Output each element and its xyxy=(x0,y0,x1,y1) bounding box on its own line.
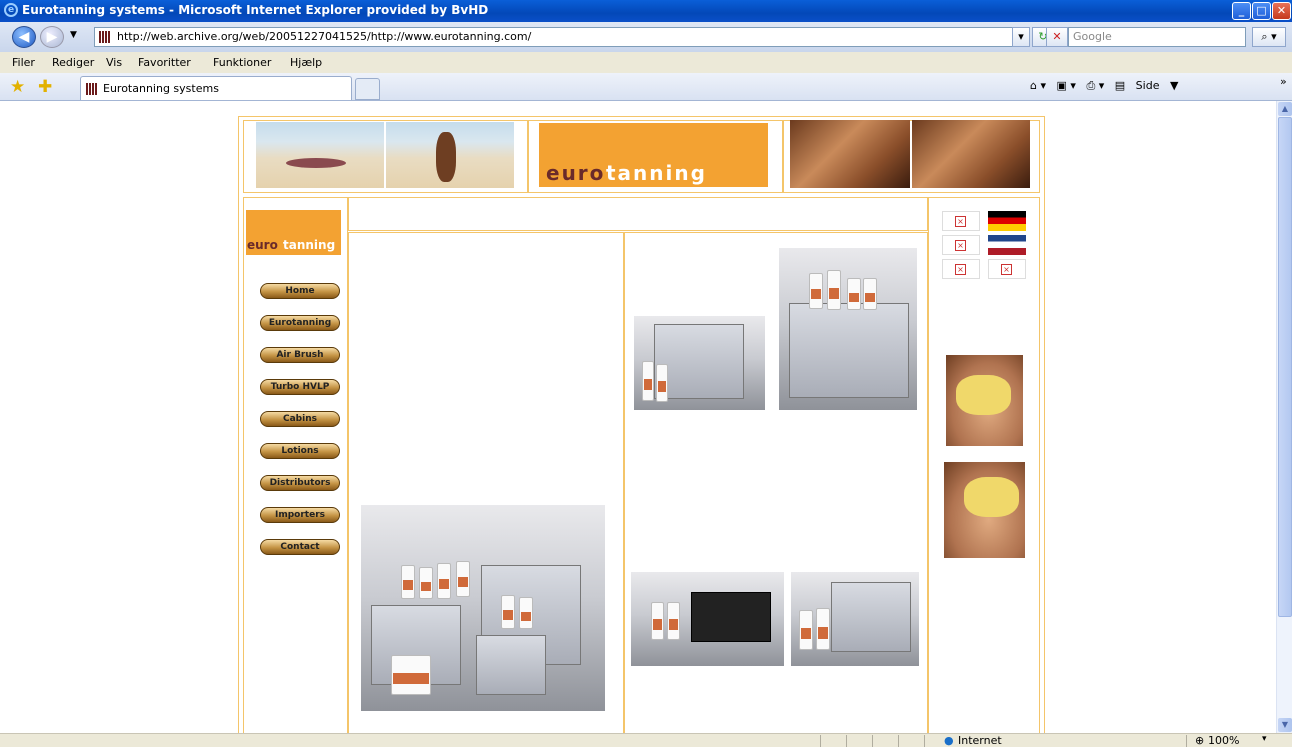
nav-logo-euro: euro xyxy=(247,238,278,252)
zoom-level[interactable]: 100% xyxy=(1208,734,1239,747)
content-top-strip xyxy=(348,197,928,231)
header-logo-tanning: tanning xyxy=(606,161,707,185)
broken-image-3: × xyxy=(942,259,980,279)
beach-photo-2 xyxy=(386,122,514,188)
tab-label: Eurotanning systems xyxy=(103,82,219,95)
address-dropdown-icon[interactable]: ▾ xyxy=(1012,27,1030,47)
tan-skin-photo-2 xyxy=(944,462,1025,558)
nav-logo-tanning: tanning xyxy=(283,238,336,252)
menu-favoritter[interactable]: Favoritter xyxy=(138,56,191,69)
more-chevron-icon[interactable]: » xyxy=(1280,75,1287,88)
tab-favicon-icon xyxy=(86,83,98,95)
menu-funktioner[interactable]: Funktioner xyxy=(213,56,271,69)
header-divider-2 xyxy=(782,120,784,193)
back-button[interactable]: ◀ xyxy=(12,26,36,48)
header-logo: euro tanning xyxy=(539,123,768,187)
add-favorite-icon[interactable]: ✚ xyxy=(38,77,52,97)
new-tab-button[interactable] xyxy=(355,78,380,100)
zoom-dropdown-icon[interactable]: ▾ xyxy=(1262,734,1267,744)
page-menu-chevron-icon[interactable]: ▼ xyxy=(1170,79,1178,92)
stop-icon[interactable]: ✕ xyxy=(1046,27,1068,47)
nav-home[interactable]: Home xyxy=(260,283,340,299)
favorites-star-icon[interactable]: ★ xyxy=(10,77,25,97)
nav-turbo-hvlp[interactable]: Turbo HVLP xyxy=(260,379,340,395)
dutch-flag-icon[interactable] xyxy=(988,235,1026,255)
vertical-scrollbar[interactable]: ▲ ▼ xyxy=(1276,101,1292,733)
home-icon[interactable]: ⌂ ▾ xyxy=(1030,79,1046,92)
product-photo-case-small xyxy=(634,316,765,410)
nav-lotions[interactable]: Lotions xyxy=(260,443,340,459)
address-input[interactable]: http://web.archive.org/web/2005122704152… xyxy=(94,27,1030,47)
nav-air-brush[interactable]: Air Brush xyxy=(260,347,340,363)
broken-image-1: × xyxy=(942,211,980,231)
feeds-icon[interactable]: ▣ ▾ xyxy=(1057,79,1076,92)
tab-eurotanning[interactable]: Eurotanning systems xyxy=(80,76,352,100)
window-title: Eurotanning systems - Microsoft Internet… xyxy=(22,3,489,17)
nav-logo: euro tanning xyxy=(246,210,341,255)
window-title-bar: e Eurotanning systems - Microsoft Intern… xyxy=(0,0,1292,22)
broken-image-2: × xyxy=(942,235,980,255)
beach-photo-1 xyxy=(256,122,384,188)
tab-bar: ★ ✚ Eurotanning systems ⌂ ▾ ▣ ▾ ⎙ ▾ ▤ Si… xyxy=(0,73,1292,101)
header-logo-euro: euro xyxy=(546,161,606,185)
page-viewport: euro tanning euro tanning Home Eurotanni… xyxy=(6,101,1276,733)
header-divider xyxy=(527,120,529,193)
internet-zone-icon: ● xyxy=(944,734,954,747)
address-toolbar: ◀ ▶ ▼ http://web.archive.org/web/2005122… xyxy=(0,22,1292,52)
broken-image-4[interactable]: × xyxy=(988,259,1026,279)
search-input[interactable]: Google xyxy=(1068,27,1246,47)
tan-skin-photo-1 xyxy=(946,355,1023,446)
forward-button[interactable]: ▶ xyxy=(40,26,64,48)
scroll-up-icon[interactable]: ▲ xyxy=(1278,102,1292,116)
page-menu-label[interactable]: Side xyxy=(1136,79,1160,92)
menu-hjaelp[interactable]: Hjælp xyxy=(290,56,322,69)
status-bar: ● Internet ⊕ 100% ▾ xyxy=(0,733,1292,747)
maximize-button[interactable]: □ xyxy=(1252,2,1271,20)
close-button[interactable]: ✕ xyxy=(1272,2,1291,20)
address-url: http://web.archive.org/web/2005122704152… xyxy=(117,30,532,43)
tanning-photo-2 xyxy=(912,120,1030,188)
scroll-thumb[interactable] xyxy=(1278,117,1292,617)
nav-cabins[interactable]: Cabins xyxy=(260,411,340,427)
site-favicon-icon xyxy=(99,31,111,43)
menu-bar: Filer Rediger Vis Favoritter Funktioner … xyxy=(0,52,1292,73)
scroll-down-icon[interactable]: ▼ xyxy=(1278,718,1292,732)
minimize-button[interactable]: _ xyxy=(1232,2,1251,20)
search-icon[interactable]: ⌕ ▾ xyxy=(1252,27,1286,47)
menu-vis[interactable]: Vis xyxy=(106,56,122,69)
tanning-photo-1 xyxy=(790,120,910,188)
menu-filer[interactable]: Filer xyxy=(12,56,35,69)
print-icon[interactable]: ⎙ ▾ xyxy=(1086,79,1104,92)
command-bar: ⌂ ▾ ▣ ▾ ⎙ ▾ ▤ Side ▼ xyxy=(1030,79,1185,93)
menu-rediger[interactable]: Rediger xyxy=(52,56,94,69)
ie-logo-icon: e xyxy=(4,3,18,17)
nav-importers[interactable]: Importers xyxy=(260,507,340,523)
product-photo-case-tall xyxy=(779,248,917,410)
product-photo-spraygun xyxy=(791,572,919,666)
recent-pages-dropdown-icon[interactable]: ▼ xyxy=(70,30,77,40)
product-photo-large xyxy=(361,505,605,711)
zoom-icon[interactable]: ⊕ xyxy=(1195,734,1204,747)
security-zone-label: Internet xyxy=(958,734,1002,747)
nav-distributors[interactable]: Distributors xyxy=(260,475,340,491)
page-menu-icon[interactable]: ▤ xyxy=(1115,79,1125,92)
product-photo-compressor xyxy=(631,572,784,666)
nav-column xyxy=(243,197,348,733)
nav-eurotanning[interactable]: Eurotanning xyxy=(260,315,340,331)
german-flag-icon[interactable] xyxy=(988,211,1026,231)
nav-contact[interactable]: Contact xyxy=(260,539,340,555)
